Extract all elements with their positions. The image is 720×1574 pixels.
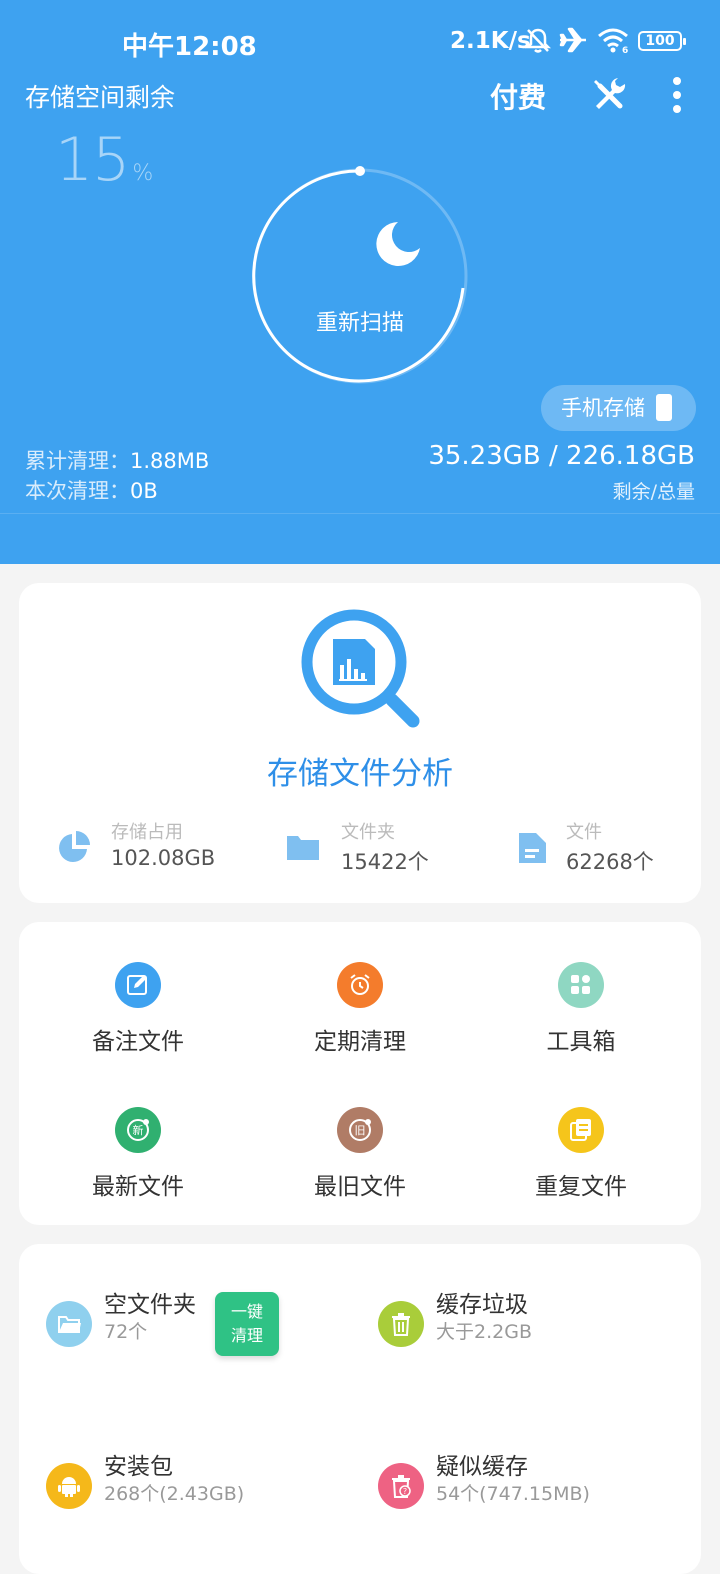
item-name: 空文件夹 <box>104 1292 196 1318</box>
toolbox-grid-icon <box>571 975 590 994</box>
note-edit-icon <box>127 975 147 995</box>
tools-icon[interactable] <box>588 74 628 114</box>
storage-analysis-card[interactable]: 存储文件分析 存储占用 102.08GB 文件夹 15422个 文件 62268… <box>19 583 701 903</box>
magnifier-analysis-icon <box>301 609 420 728</box>
tool-newest-files[interactable]: 新 最新文件 <box>38 1107 238 1201</box>
tool-label: 定期清理 <box>314 1029 406 1055</box>
current-clean: 本次清理：0B <box>25 479 158 503</box>
duplicate-file-icon <box>570 1119 591 1141</box>
status-bar: 中午12:08 2.1K/s 6 100 <box>0 0 720 80</box>
remaining-percent: 15% <box>55 125 153 195</box>
status-time: 中午12:08 <box>122 32 257 62</box>
tool-duplicate-files[interactable]: 重复文件 <box>481 1107 681 1201</box>
phone-storage-button[interactable]: 手机存储 <box>541 385 696 431</box>
divider <box>0 513 720 514</box>
one-click-clean-button[interactable]: 一键 清理 <box>215 1292 279 1356</box>
phone-storage-label: 手机存储 <box>561 396 645 420</box>
tool-toolbox[interactable]: 工具箱 <box>481 962 681 1056</box>
folder-icon <box>287 836 319 860</box>
wifi-icon: 6 <box>598 28 628 54</box>
tool-label: 最旧文件 <box>314 1174 406 1200</box>
item-name: 缓存垃圾 <box>436 1292 528 1318</box>
new-badge-icon: 新 <box>127 1119 149 1141</box>
tool-scheduled-clean[interactable]: 定期清理 <box>260 962 460 1056</box>
suspect-trash-icon: ? <box>392 1475 411 1498</box>
item-count: 268个(2.43GB) <box>104 1483 245 1505</box>
trash-icon <box>392 1313 410 1336</box>
header-panel: 中午12:08 2.1K/s 6 100 存储空间剩余 付费 15% 重新扫描 … <box>0 0 720 564</box>
rescan-button[interactable]: 重新扫描 <box>260 305 460 337</box>
svg-text:新: 新 <box>133 1123 144 1137</box>
scan-ring[interactable] <box>248 160 478 390</box>
item-count: 72个 <box>104 1321 148 1343</box>
storage-capacity: 35.23GB / 226.18GB <box>428 441 695 471</box>
battery-indicator: 100 <box>638 31 686 51</box>
old-badge-icon: 旧 <box>349 1119 371 1141</box>
pay-button[interactable]: 付费 <box>490 76 546 116</box>
svg-text:?: ? <box>403 1487 407 1496</box>
tool-label: 最新文件 <box>92 1174 184 1200</box>
item-name: 疑似缓存 <box>436 1454 528 1480</box>
network-speed: 2.1K/s <box>450 28 531 54</box>
empty-folder-icon <box>58 1316 81 1333</box>
phone-icon <box>656 394 672 421</box>
svg-text:旧: 旧 <box>355 1124 366 1137</box>
file-icon <box>519 833 546 863</box>
pie-chart-icon <box>59 831 90 862</box>
tool-label: 重复文件 <box>535 1174 627 1200</box>
item-count: 大于2.2GB <box>436 1321 532 1343</box>
page-title: 存储空间剩余 <box>25 83 176 112</box>
cumulative-clean: 累计清理：1.88MB <box>25 449 210 473</box>
tool-label: 备注文件 <box>92 1029 184 1055</box>
airplane-icon <box>559 27 586 53</box>
tool-note-files[interactable]: 备注文件 <box>38 962 238 1056</box>
item-count: 54个(747.15MB) <box>436 1483 590 1505</box>
tool-label: 工具箱 <box>546 1029 616 1055</box>
mute-bell-icon <box>524 28 552 53</box>
tools-card: 备注文件 定期清理 工具箱 新 最新文件 旧 最旧文件 重复文件 <box>19 922 701 1225</box>
item-name: 安装包 <box>104 1454 173 1480</box>
moon-icon <box>376 222 420 266</box>
svg-text:6: 6 <box>622 46 628 54</box>
more-options-icon[interactable] <box>670 76 684 114</box>
android-icon <box>58 1477 80 1497</box>
tool-oldest-files[interactable]: 旧 最旧文件 <box>260 1107 460 1201</box>
alarm-clock-icon <box>350 974 370 995</box>
analysis-title: 存储文件分析 <box>267 756 453 792</box>
storage-capacity-label: 剩余/总量 <box>612 481 695 503</box>
cleanup-card: 空文件夹 72个 一键 清理 缓存垃圾 大于2.2GB 安装包 268个(2.4… <box>19 1244 701 1574</box>
